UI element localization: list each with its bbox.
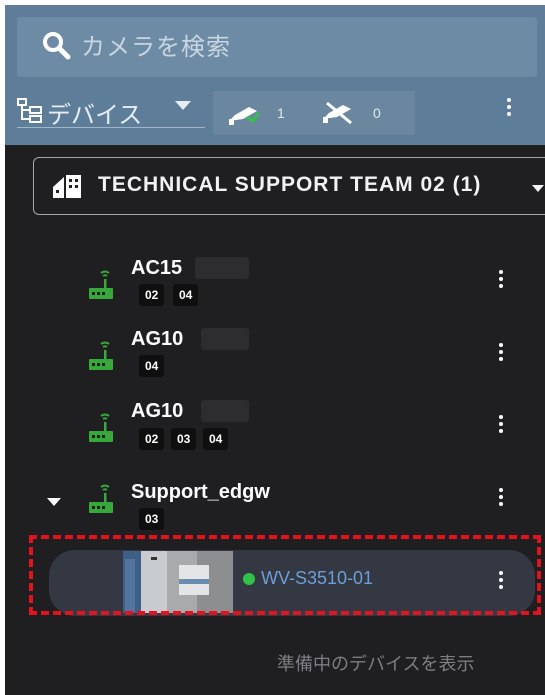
device-tree-icon [17,98,42,123]
building-icon [53,175,81,198]
collapse-caret-icon[interactable] [47,498,61,506]
redacted-text [201,400,249,422]
channel-chip: 02 [139,284,165,306]
gateway-icon [89,484,113,513]
row-more-icon[interactable] [497,270,505,294]
channel-chip: 03 [139,508,165,530]
channel-chip: 04 [139,355,165,377]
gateway-icon [89,413,113,442]
channel-chip: 04 [173,284,199,306]
header-more-icon[interactable] [505,98,513,126]
camera-offline-icon[interactable] [321,99,355,125]
search-input[interactable]: カメラを検索 [81,27,231,62]
highlight-annotation [29,535,541,615]
channel-chip: 04 [203,428,229,450]
gateway-icon [89,341,113,370]
gateway-name[interactable]: AG10 [131,400,183,423]
row-more-icon[interactable] [497,415,505,439]
gateway-name[interactable]: AG10 [131,328,183,351]
row-more-icon[interactable] [497,488,505,512]
team-selector[interactable]: TECHNICAL SUPPORT TEAM 02 (1) [33,157,545,215]
channel-chip: 02 [139,428,165,450]
camera-panel: カメラを検索 デバイス 1 0 TECHNICAL SUPPORT TEAM 0… [5,5,545,695]
chevron-down-icon[interactable] [532,185,544,192]
chevron-down-icon[interactable] [175,101,191,110]
offline-count: 0 [373,105,381,121]
redacted-text [195,257,249,279]
show-pending-devices-link[interactable]: 準備中のデバイスを表示 [277,650,474,676]
channel-chip: 03 [171,428,197,450]
dropdown-underline [17,127,205,128]
gateway-icon [89,270,113,299]
row-more-icon[interactable] [497,343,505,367]
camera-online-icon[interactable] [227,101,261,127]
online-count: 1 [277,105,285,121]
redacted-text [201,328,249,350]
device-dropdown[interactable]: デバイス [47,95,142,130]
search-icon [43,32,71,60]
gateway-name[interactable]: AC15 [131,257,182,280]
team-name: TECHNICAL SUPPORT TEAM 02 (1) [98,173,482,196]
gateway-name[interactable]: Support_edgw [131,481,270,504]
